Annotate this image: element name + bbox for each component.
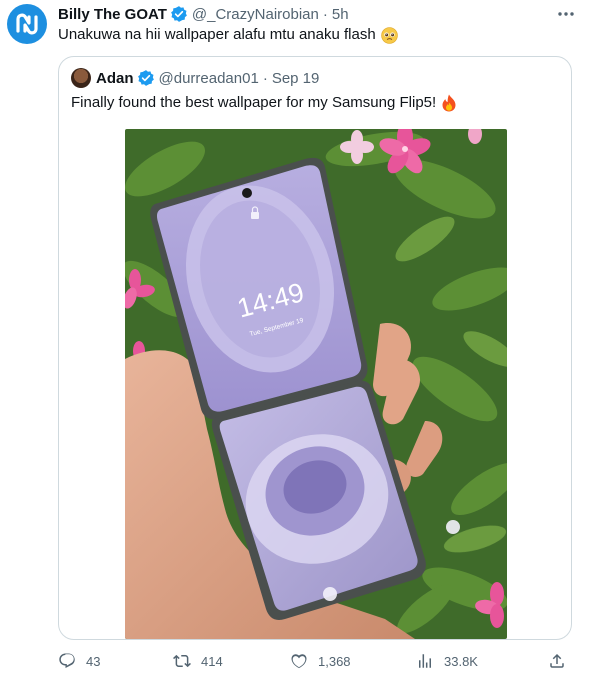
tweet-header: Billy The GOAT @_CrazyNairobian · 5h [58,4,349,24]
repost-button[interactable]: 414 [173,648,223,674]
verified-badge-icon [171,6,187,22]
like-button[interactable]: 1,368 [290,648,351,674]
pleading-face-emoji-icon [380,26,398,44]
separator-dot: · [262,69,268,87]
separator-dot: · [322,5,328,23]
quoted-author-name[interactable]: Adan [96,70,134,87]
reply-icon [59,653,75,669]
more-options-icon [558,12,574,16]
share-icon [550,653,564,668]
views-count: 33.8K [444,653,478,669]
quoted-tweet-header: Adan @durreadan01 · Sep 19 [71,67,319,89]
quoted-tweet-text: Finally found the best wallpaper for my … [71,93,457,113]
author-name[interactable]: Billy The GOAT [58,6,167,23]
reply-count: 43 [86,653,101,669]
author-handle[interactable]: @_CrazyNairobian [192,6,319,23]
verified-badge-icon [137,70,154,86]
tweet-text: Unakuwa na hii wallpaper alafu mtu anaku… [58,25,398,45]
tweet-action-bar: 43 414 1,368 33.8K [58,648,578,674]
repost-icon [173,654,191,668]
views-icon [419,654,431,668]
heart-icon [291,654,307,669]
tweet[interactable]: Billy The GOAT @_CrazyNairobian · 5h Una… [0,0,591,681]
app-logo-icon [16,13,38,35]
quoted-tweet-text-content: Finally found the best wallpaper for my … [71,94,437,111]
quoted-author-handle[interactable]: @durreadan01 [159,70,259,87]
fire-emoji-icon [442,94,456,112]
phone-photo: 14:49 Tue, September 19 [125,129,507,639]
tweet-time[interactable]: 5h [332,6,349,23]
quoted-author-avatar[interactable] [71,68,91,88]
quoted-tweet-date[interactable]: Sep 19 [272,70,320,87]
quoted-tweet[interactable]: Adan @durreadan01 · Sep 19 Finally found… [58,56,572,640]
views-button[interactable]: 33.8K [416,648,478,674]
tweet-text-content: Unakuwa na hii wallpaper alafu mtu anaku… [58,26,376,43]
more-options-button[interactable] [554,6,578,22]
author-avatar[interactable] [7,4,47,44]
tweet-media-image[interactable]: 14:49 Tue, September 19 [125,129,507,639]
reply-button[interactable]: 43 [58,648,100,674]
share-button[interactable] [548,648,566,674]
like-count: 1,368 [318,653,351,669]
repost-count: 414 [201,653,223,669]
